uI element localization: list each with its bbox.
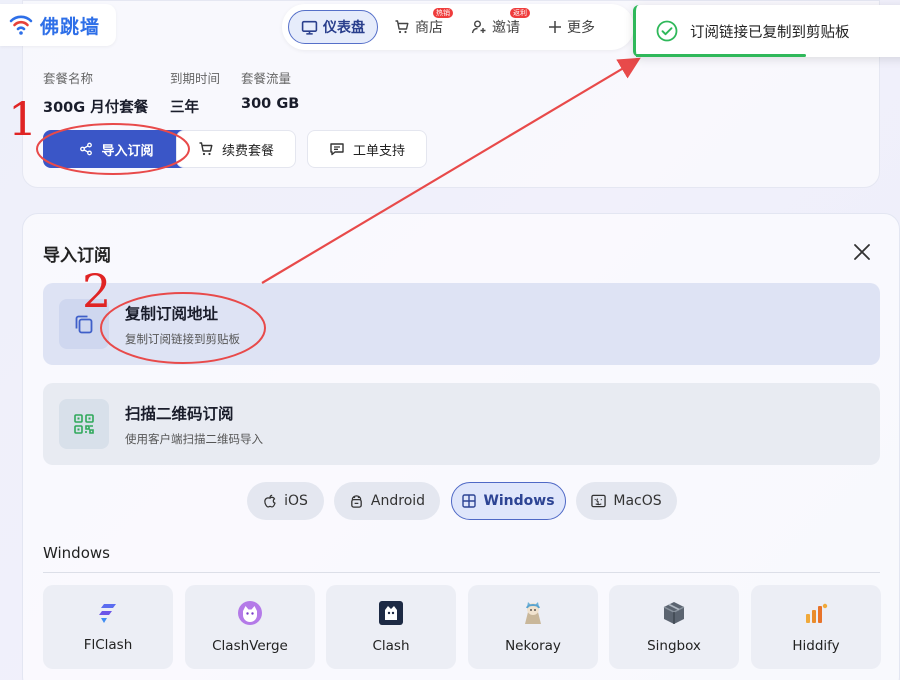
nav-more[interactable]: 更多: [536, 10, 607, 44]
plus-icon: [549, 21, 561, 33]
client-singbox-label: Singbox: [647, 638, 701, 654]
tab-android[interactable]: Android: [334, 482, 440, 520]
copy-option-title: 复制订阅地址: [125, 304, 219, 323]
clash-icon: [379, 601, 403, 625]
client-hiddify[interactable]: Hiddify: [751, 585, 881, 669]
ticket-support-label: 工单支持: [352, 143, 405, 159]
expiry-value: 三年: [170, 100, 199, 116]
tab-windows[interactable]: Windows: [451, 482, 566, 520]
nav-store-label: 商店: [415, 20, 443, 36]
scan-option-title: 扫描二维码订阅: [125, 404, 234, 423]
tab-android-label: Android: [370, 493, 426, 509]
nav-dashboard[interactable]: 仪表盘: [288, 10, 378, 44]
copy-option-subtitle: 复制订阅链接到剪贴板: [125, 331, 240, 346]
tab-ios-label: iOS: [284, 493, 308, 509]
copy-subscription-option[interactable]: 复制订阅地址 复制订阅链接到剪贴板: [43, 283, 880, 365]
client-flclash-label: FlClash: [83, 637, 133, 653]
flclash-icon: [99, 604, 116, 623]
client-clashverge-label: ClashVerge: [212, 638, 288, 654]
plan-name-value: 300G 月付套餐: [43, 100, 149, 116]
logo-text: 佛跳墙: [40, 15, 101, 38]
rebate-badge: 返利: [510, 8, 530, 18]
toast-progress-bar: [636, 54, 806, 57]
traffic-stat: 套餐流量 300 GB: [241, 68, 299, 112]
ticket-support-button[interactable]: 工单支持: [307, 130, 427, 168]
section-divider: [43, 572, 880, 573]
windows-icon: [462, 494, 477, 508]
copy-success-toast: 订阅链接已复制到剪贴板: [633, 5, 900, 57]
import-subscription-button[interactable]: 导入订阅: [43, 130, 190, 168]
annotation-step-1: 1: [8, 92, 38, 146]
client-clash-label: Clash: [372, 638, 410, 654]
nav-store[interactable]: 商店 热销: [382, 8, 455, 44]
traffic-value: 300 GB: [241, 96, 300, 112]
nav-more-label: 更多: [567, 20, 595, 36]
client-hiddify-label: Hiddify: [792, 638, 840, 654]
tab-ios[interactable]: iOS: [247, 482, 324, 520]
client-clashverge[interactable]: ClashVerge: [185, 585, 315, 669]
nav-dashboard-label: 仪表盘: [323, 20, 365, 36]
top-nav: 仪表盘 商店 热销 邀请 返利 更多: [282, 4, 634, 50]
traffic-label: 套餐流量: [241, 71, 292, 86]
client-section-title: Windows: [43, 544, 110, 562]
renew-plan-button[interactable]: 续费套餐: [176, 130, 296, 168]
tab-macos[interactable]: MacOS: [576, 482, 677, 520]
hot-badge: 热销: [433, 8, 453, 18]
wifi-logo-icon: [9, 15, 33, 35]
cart-icon: [199, 142, 213, 156]
plan-name-label: 套餐名称: [43, 71, 94, 86]
cart-icon: [395, 20, 409, 34]
tab-macos-label: MacOS: [613, 493, 662, 509]
tab-windows-label: Windows: [483, 493, 555, 509]
clashverge-icon: [238, 601, 262, 625]
renew-plan-label: 续费套餐: [221, 143, 274, 159]
message-icon: [330, 143, 344, 156]
client-singbox[interactable]: Singbox: [609, 585, 739, 669]
annotation-step-2: 2: [82, 264, 112, 318]
share-icon: [80, 142, 93, 156]
client-nekoray-label: Nekoray: [505, 638, 561, 654]
monitor-icon: [301, 20, 318, 35]
client-clash[interactable]: Clash: [326, 585, 456, 669]
macos-icon: [591, 494, 607, 508]
hiddify-icon: [806, 603, 828, 623]
import-subscription-label: 导入订阅: [101, 143, 154, 159]
logo[interactable]: 佛跳墙: [0, 4, 116, 46]
nekoray-icon: [525, 602, 541, 624]
apple-icon: [264, 494, 276, 508]
expiry-stat: 到期时间 三年: [170, 68, 220, 117]
plan-name-stat: 套餐名称 300G 月付套餐: [43, 68, 148, 117]
close-icon[interactable]: [850, 240, 874, 264]
expiry-label: 到期时间: [170, 71, 221, 86]
android-icon: [351, 494, 362, 508]
nav-invite[interactable]: 邀请 返利: [459, 8, 532, 44]
client-nekoray[interactable]: Nekoray: [468, 585, 598, 669]
nav-invite-label: 邀请: [492, 20, 520, 36]
toast-message: 订阅链接已复制到剪贴板: [690, 24, 850, 41]
panel-title: 导入订阅: [43, 246, 111, 266]
client-flclash[interactable]: FlClash: [43, 585, 173, 669]
qrcode-icon-box: [59, 399, 109, 449]
scan-option-subtitle: 使用客户端扫描二维码导入: [125, 431, 263, 446]
user-plus-icon: [471, 20, 486, 34]
qrcode-icon: [74, 414, 94, 434]
singbox-icon: [663, 602, 685, 624]
check-circle-icon: [656, 20, 678, 42]
scan-qrcode-option[interactable]: 扫描二维码订阅 使用客户端扫描二维码导入: [43, 383, 880, 465]
